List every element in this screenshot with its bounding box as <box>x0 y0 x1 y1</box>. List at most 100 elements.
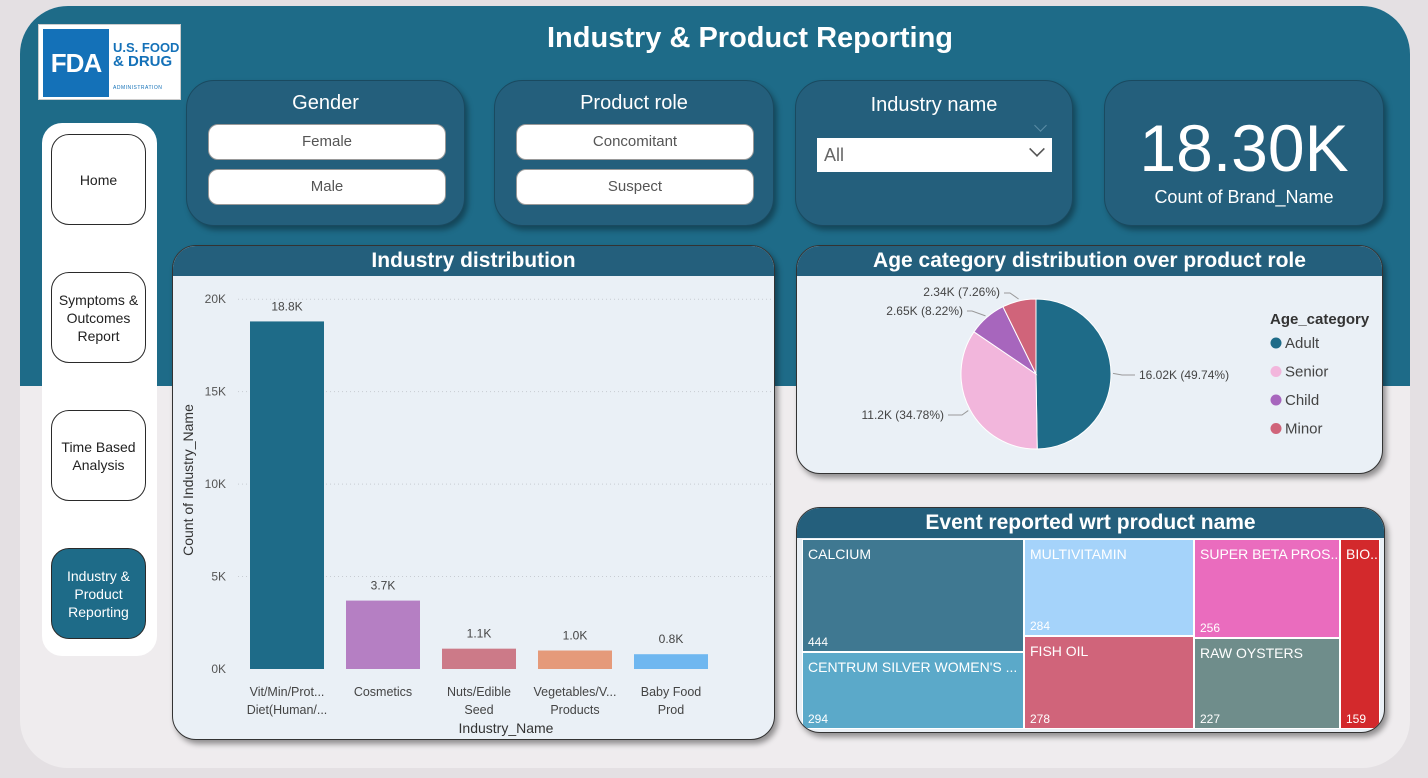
legend-marker <box>1270 423 1282 434</box>
treemap-cell-label: FISH OIL <box>1030 643 1089 659</box>
age-distribution-panel: Age category distribution over product r… <box>796 245 1383 474</box>
y-axis-title: Count of Industry_Name <box>180 404 196 556</box>
kpi-label: Count of Brand_Name <box>1154 187 1334 207</box>
bar <box>634 654 708 669</box>
nav-industry-button[interactable]: Industry & Product Reporting <box>51 548 146 639</box>
product-role-slicer: Product role Concomitant Suspect <box>494 80 774 226</box>
treemap-cell-label: RAW OYSTERS <box>1200 645 1303 661</box>
treemap-cell-label: BIO... <box>1346 546 1380 562</box>
treemap-cell[interactable]: BIO... 159 <box>1340 539 1380 729</box>
logo-line3: ADMINISTRATION <box>113 85 163 91</box>
role-suspect-option[interactable]: Suspect <box>516 169 754 205</box>
event-treemap-panel: Event reported wrt product name CALCIUM 4… <box>796 507 1385 733</box>
x-tick-label: Vit/Min/Prot... <box>250 685 325 699</box>
nav-time-button[interactable]: Time Based Analysis <box>51 410 146 501</box>
industry-dropdown-value: All <box>824 145 845 165</box>
bar-data-label: 1.0K <box>563 629 588 643</box>
y-tick-label: 10K <box>205 477 226 491</box>
y-tick-label: 15K <box>205 385 226 399</box>
legend-label: Adult <box>1285 335 1320 352</box>
treemap-cell-value: 284 <box>1030 619 1051 633</box>
x-tick-label: Cosmetics <box>354 685 412 699</box>
bar-data-label: 0.8K <box>659 632 684 646</box>
nav-panel: Home Symptoms & Outcomes Report Time Bas… <box>42 123 157 656</box>
treemap-cell[interactable]: FISH OIL 278 <box>1024 636 1194 729</box>
treemap-cell[interactable]: MULTIVITAMIN 284 <box>1024 539 1194 636</box>
treemap-cell[interactable]: CALCIUM 444 <box>802 539 1024 652</box>
age-pie-chart: 16.02K (49.74%) 11.2K (34.78%) 2.65K (8.22… <box>862 285 1370 450</box>
treemap-cell-label: SUPER BETA PROS... <box>1200 546 1340 562</box>
industry-name-slicer: Industry name All <box>795 80 1073 226</box>
treemap-cell-label: MULTIVITAMIN <box>1030 546 1127 562</box>
y-tick-label: 0K <box>211 662 226 676</box>
industry-bar-chart: 0K 5K 10K 15K 20K 18.8K Vit/Min/Prot... Diet(Hu… <box>180 292 773 736</box>
treemap-cell-value: 227 <box>1200 712 1221 726</box>
x-tick-label: Vegetables/V... <box>534 685 617 699</box>
treemap-cell-label: CALCIUM <box>808 546 872 562</box>
pie-leader-line <box>1004 292 1019 300</box>
pie-data-label: 2.65K (8.22%) <box>886 304 963 318</box>
fda-logo: FDA U.S. FOOD & DRUG ADMINISTRATION <box>38 24 181 100</box>
kpi-card: 18.30K Count of Brand_Name <box>1104 80 1384 226</box>
logo-mark: FDA <box>43 29 109 97</box>
treemap-cell-label: CENTRUM SILVER WOMEN'S ... <box>808 659 1018 675</box>
product-role-slicer-title: Product role <box>580 92 688 114</box>
gender-slicer-title: Gender <box>292 92 359 114</box>
legend-label: Senior <box>1285 364 1328 381</box>
page-title: Industry & Product Reporting <box>547 22 953 54</box>
x-tick-label: Prod <box>658 703 684 717</box>
treemap-cell[interactable]: RAW OYSTERS 227 <box>1194 638 1340 729</box>
bar <box>442 648 516 669</box>
pie-data-label: 2.34K (7.26%) <box>923 285 1000 299</box>
pie-leader-line <box>1112 372 1135 376</box>
pie-slice <box>1035 298 1112 450</box>
event-treemap: CALCIUM 444 CENTRUM SILVER WOMEN'S ... 294 M… <box>802 539 1380 729</box>
y-tick-label: 5K <box>211 570 226 584</box>
pie-data-label: 11.2K (34.78%) <box>862 408 945 422</box>
nav-home-button[interactable]: Home <box>51 134 146 225</box>
gender-slicer: Gender Female Male <box>186 80 465 226</box>
gender-male-option[interactable]: Male <box>208 169 446 205</box>
event-panel-title: Event reported wrt product name <box>797 508 1384 538</box>
treemap-cell[interactable]: SUPER BETA PROS... 256 <box>1194 539 1340 638</box>
industry-slicer-title: Industry name <box>870 94 998 116</box>
x-axis-title: Industry_Name <box>459 720 554 736</box>
chevron-down-icon <box>1029 141 1045 157</box>
y-tick-label: 20K <box>205 292 226 306</box>
treemap-cell-value: 256 <box>1200 621 1221 635</box>
treemap-cell[interactable]: CENTRUM SILVER WOMEN'S ... 294 <box>802 652 1024 729</box>
bar <box>538 650 612 669</box>
legend-marker <box>1270 366 1282 377</box>
bar-data-label: 3.7K <box>371 579 396 593</box>
logo-line2: & DRUG <box>113 53 173 70</box>
treemap-cell-value: 294 <box>808 712 829 726</box>
industry-panel-title: Industry distribution <box>173 246 774 276</box>
bar-data-label: 1.1K <box>467 627 492 641</box>
bar <box>250 321 324 669</box>
kpi-value: 18.30K <box>1139 111 1349 185</box>
bar <box>346 600 420 669</box>
x-tick-label: Diet(Human/... <box>247 703 328 717</box>
x-tick-label: Nuts/Edible <box>447 685 511 699</box>
legend-label: Minor <box>1285 421 1323 438</box>
nav-symptoms-button[interactable]: Symptoms & Outcomes Report <box>51 272 146 363</box>
x-tick-label: Seed <box>464 703 493 717</box>
pie-leader-line <box>967 310 986 317</box>
treemap-cell-value: 159 <box>1346 712 1367 726</box>
slicer-collapse-icon[interactable] <box>1034 119 1047 132</box>
logo-text: U.S. FOOD & DRUG <box>113 41 179 70</box>
legend-marker <box>1270 394 1282 406</box>
pie-data-label: 16.02K (49.74%) <box>1139 368 1229 382</box>
gender-female-option[interactable]: Female <box>208 124 446 160</box>
treemap-cell-value: 278 <box>1030 712 1051 726</box>
role-concomitant-option[interactable]: Concomitant <box>516 124 754 160</box>
industry-dropdown[interactable]: All <box>817 138 1052 172</box>
x-tick-label: Products <box>550 703 599 717</box>
legend-title: Age_category <box>1270 311 1370 328</box>
bar-data-label: 18.8K <box>271 299 302 313</box>
pie-leader-line <box>948 410 969 416</box>
treemap-cell-value: 444 <box>808 635 829 649</box>
x-tick-label: Baby Food <box>641 685 702 699</box>
industry-distribution-panel: Industry distribution 0K 5K 10K 15K 20K 18.8K… <box>172 245 775 740</box>
legend-label: Child <box>1285 392 1319 409</box>
